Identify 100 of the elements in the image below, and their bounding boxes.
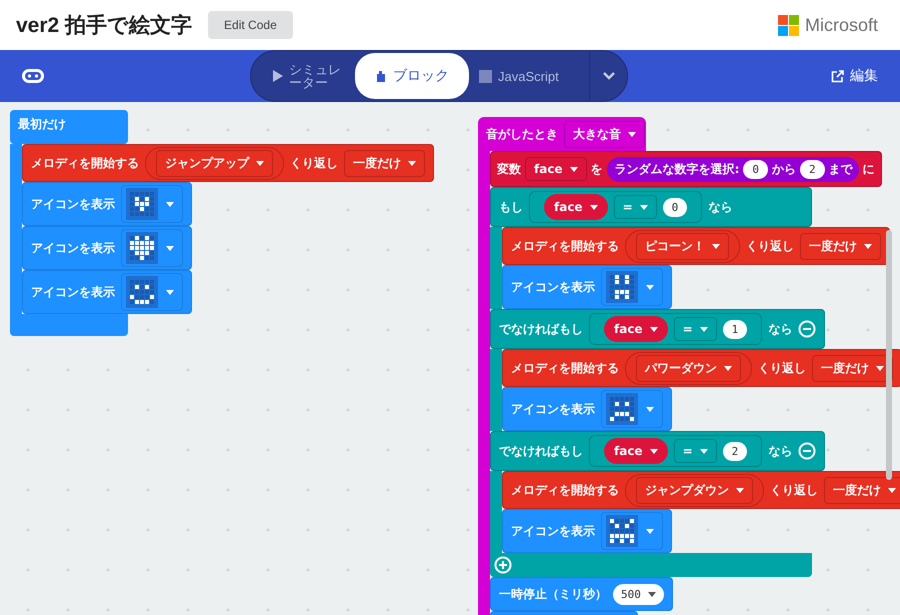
number-field[interactable]: 2 (800, 160, 825, 178)
random-number-block[interactable]: ランダムな数字を選択: 0 から 2 まで (606, 156, 859, 182)
show-icon-block[interactable]: アイコンを表示 (22, 182, 192, 226)
operator-dropdown[interactable]: = (674, 317, 717, 341)
show-icon-block[interactable]: アイコンを表示 (502, 387, 672, 431)
led-pattern-field[interactable] (606, 393, 638, 425)
set-variable-block[interactable]: 変数 face を ランダムな数字を選択: 0 から 2 まで に (490, 151, 882, 187)
puzzle-icon (375, 70, 387, 82)
block-label: メロディを開始する (511, 360, 619, 376)
block-label: 最初だけ (18, 116, 66, 133)
condition-block[interactable]: face = 2 (589, 435, 762, 467)
melody-block[interactable]: メロディを開始する パワーダウン くり返し 一度だけ (502, 349, 900, 387)
caret-icon (640, 204, 648, 210)
icon-dropdown[interactable] (601, 268, 663, 306)
number-field[interactable]: 0 (662, 198, 688, 216)
editor-tab[interactable]: シミュレーター (263, 56, 355, 96)
caret-icon (590, 204, 598, 210)
variable-dropdown[interactable]: face (544, 194, 608, 220)
block-label: 一時停止（ミリ秒） (499, 586, 607, 602)
block-label: くり返し (290, 154, 338, 172)
js-file-icon (479, 70, 492, 82)
melody-block[interactable]: メロディを開始する ジャンプアップ くり返し 一度だけ (22, 144, 434, 182)
number-field[interactable]: 2 (722, 442, 748, 460)
caret-icon (570, 166, 578, 172)
block-label: メロディを開始する (511, 238, 619, 254)
melody-block[interactable]: メロディを開始する ピコーン！ くり返し 一度だけ (502, 227, 890, 265)
external-link-icon (831, 70, 844, 82)
sound-dropdown[interactable]: 大きな音 (564, 120, 645, 148)
remove-icon[interactable] (798, 442, 816, 460)
caret-icon (700, 326, 708, 332)
caret-icon (166, 202, 174, 206)
editor-tab[interactable]: JavaScript (469, 56, 569, 96)
caret-icon (712, 244, 720, 248)
duration-dropdown[interactable]: 500 (613, 584, 664, 604)
number-field[interactable]: 1 (722, 320, 748, 338)
icon-dropdown[interactable] (121, 229, 183, 267)
edit-code-button[interactable]: Edit Code (208, 11, 293, 39)
remove-icon[interactable] (798, 320, 816, 338)
block-label: 変数 (497, 160, 521, 178)
led-pattern-field[interactable] (126, 188, 158, 220)
led-pattern-field[interactable] (606, 271, 638, 303)
icon-dropdown[interactable] (601, 390, 663, 428)
operator-dropdown[interactable]: = (674, 439, 717, 463)
caret-icon (166, 290, 174, 294)
scrollbar[interactable] (886, 230, 892, 480)
edit-link[interactable]: 編集 (825, 66, 884, 86)
operator-dropdown[interactable]: = (614, 195, 657, 219)
caret-icon (628, 132, 636, 136)
block-label: アイコンを表示 (511, 278, 595, 296)
event-block-header[interactable]: 最初だけ (10, 110, 128, 144)
show-icon-block[interactable]: アイコンを表示 (502, 509, 672, 553)
show-icon-block[interactable]: アイコンを表示 (502, 265, 672, 309)
variable-dropdown[interactable]: face (604, 316, 668, 342)
block-label: くり返し (770, 482, 818, 498)
brand-name: Microsoft (804, 14, 878, 36)
block-label: もし (499, 198, 523, 216)
play-icon (273, 70, 283, 82)
melody-dropdown[interactable]: ジャンプダウン (636, 476, 753, 504)
condition-block[interactable]: face = 1 (589, 313, 762, 345)
block-label: なら (768, 320, 792, 338)
device-icon[interactable] (22, 69, 44, 83)
show-icon-block[interactable]: アイコンを表示 (22, 270, 192, 314)
melody-dropdown[interactable]: ジャンプアップ (156, 150, 273, 176)
melody-dropdown[interactable]: パワーダウン (636, 354, 741, 382)
pause-block[interactable]: 一時停止（ミリ秒） 500 (490, 577, 673, 611)
chevron-down-icon (602, 72, 614, 80)
block-label: アイコンを表示 (31, 240, 115, 256)
if-block-header[interactable]: でなければもし face = 2 なら (490, 431, 826, 471)
editor-tab[interactable]: ブロック (355, 53, 469, 99)
melody-dropdown[interactable]: ピコーン！ (636, 232, 729, 260)
repeat-dropdown[interactable]: 一度だけ (800, 232, 881, 260)
caret-icon (700, 448, 708, 454)
icon-dropdown[interactable] (121, 185, 183, 223)
workspace[interactable] (0, 102, 900, 615)
led-pattern-field[interactable] (126, 232, 158, 264)
icon-dropdown[interactable] (121, 273, 183, 311)
block-label: まで (828, 160, 853, 178)
caret-icon (864, 244, 872, 248)
condition-block[interactable]: face = 0 (529, 191, 702, 223)
show-icon-block[interactable]: アイコンを表示 (22, 226, 192, 270)
caret-icon (724, 366, 732, 370)
repeat-dropdown[interactable]: 一度だけ (344, 150, 425, 176)
if-block-header[interactable]: もし face = 0 なら (490, 187, 812, 227)
melody-block[interactable]: メロディを開始する ジャンプダウン くり返し 一度だけ (502, 471, 900, 509)
variable-dropdown[interactable]: face (525, 157, 587, 181)
icon-dropdown[interactable] (601, 512, 663, 550)
led-pattern-field[interactable] (606, 515, 638, 547)
logo-icon (778, 14, 799, 36)
block-label: アイコンを表示 (31, 196, 115, 212)
caret-icon (166, 246, 174, 250)
number-field[interactable]: 0 (743, 160, 768, 178)
led-pattern-field[interactable] (126, 276, 158, 308)
if-block-header[interactable]: でなければもし face = 1 なら (490, 309, 826, 349)
caret-icon (646, 528, 654, 534)
repeat-dropdown[interactable]: 一度だけ (824, 476, 900, 504)
variable-dropdown[interactable]: face (604, 438, 668, 464)
add-icon[interactable] (494, 556, 512, 574)
caret-icon (408, 160, 416, 166)
block-label: から (772, 160, 796, 178)
event-block-header[interactable]: 音がしたとき 大きな音 (478, 117, 646, 151)
